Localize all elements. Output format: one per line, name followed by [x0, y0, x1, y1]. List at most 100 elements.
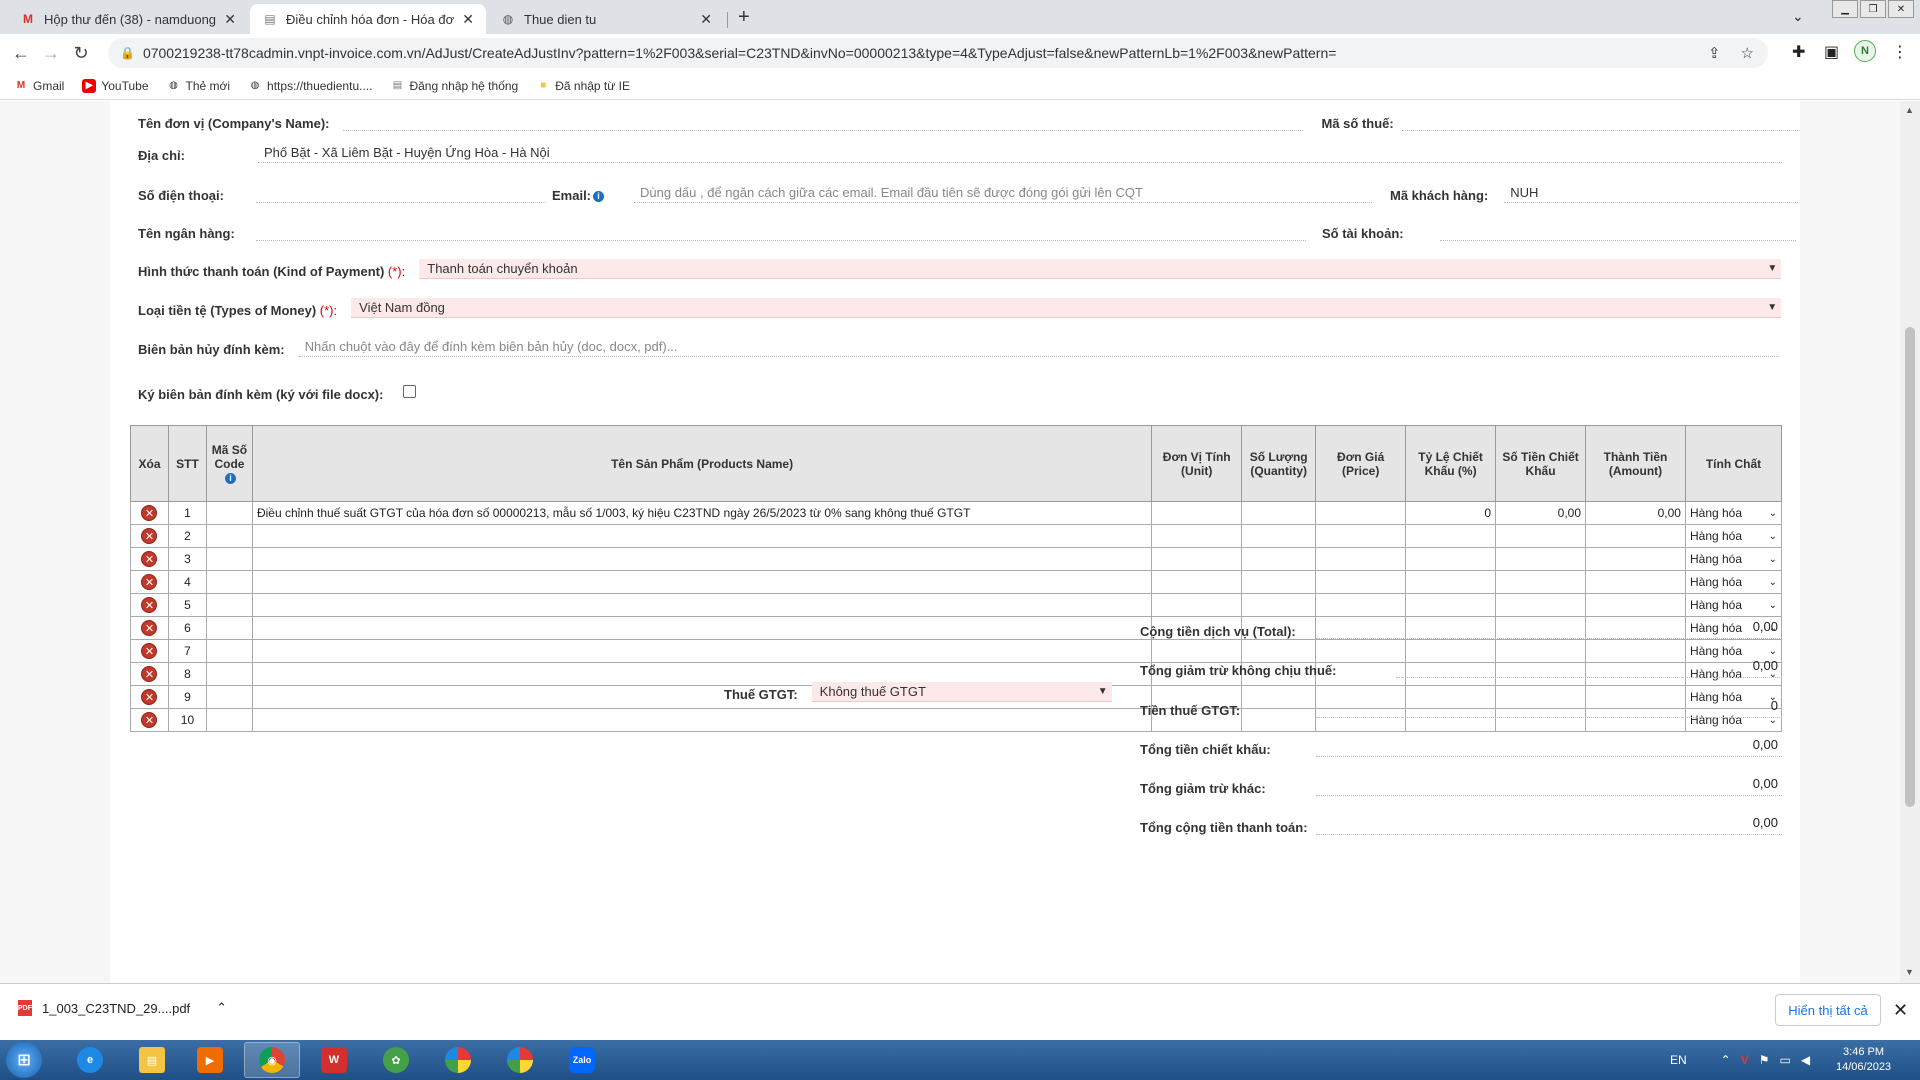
taskbar-app-color[interactable] [430, 1042, 486, 1078]
bookmark-youtube[interactable]: ▶ YouTube [82, 78, 149, 93]
code-cell[interactable] [205, 570, 253, 594]
code-cell[interactable] [205, 593, 253, 617]
address-field[interactable]: Phố Bặt - Xã Liêm Bặt - Huyện Ứng Hòa - … [258, 143, 1782, 163]
taskbar-zalo[interactable]: Zalo [554, 1042, 610, 1078]
product-name-cell[interactable] [251, 547, 1153, 571]
nature-cell[interactable]: Hàng hóa ⌄ [1684, 524, 1783, 548]
share-icon[interactable]: ⇪ [1708, 44, 1721, 62]
taskbar-app-green[interactable]: ✿ [368, 1042, 424, 1078]
tab-invoice-adjust[interactable]: ▤ Điều chỉnh hóa đơn - Hóa đơn đ ✕ [250, 4, 486, 34]
bookmark-thuedientu[interactable]: ◍ https://thuedientu.... [248, 79, 373, 93]
bookmark-star-icon[interactable]: ☆ [1741, 44, 1754, 62]
unit-cell[interactable] [1151, 501, 1243, 525]
nature-select[interactable]: Hàng hóa ⌄ [1690, 552, 1777, 566]
tab-search-chevron-icon[interactable]: ⌄ [1792, 8, 1804, 25]
flag-icon[interactable]: ⚑ [1759, 1053, 1770, 1067]
bookmark-login[interactable]: ▤ Đăng nhập hệ thống [390, 79, 519, 93]
close-icon[interactable]: ✕ [1893, 1000, 1908, 1021]
price-cell[interactable] [1315, 547, 1407, 571]
bookmark-gmail[interactable]: M Gmail [14, 79, 65, 93]
company-name-field[interactable] [343, 111, 1304, 131]
discount-amount-cell[interactable] [1495, 547, 1587, 571]
tab-gmail[interactable]: M Hộp thư đến (38) - namduongsen ✕ [8, 4, 248, 34]
reload-icon[interactable]: ↻ [66, 43, 96, 64]
scrollbar-thumb[interactable] [1905, 327, 1915, 807]
price-cell[interactable] [1315, 524, 1407, 548]
account-number-field[interactable] [1439, 221, 1796, 241]
quantity-cell[interactable] [1241, 570, 1317, 594]
unit-cell[interactable] [1151, 593, 1243, 617]
nature-cell[interactable]: Hàng hóa ⌄ [1684, 501, 1783, 525]
discount-rate-cell[interactable] [1405, 570, 1497, 594]
info-icon[interactable]: i [593, 191, 605, 203]
nature-select[interactable]: Hàng hóa ⌄ [1690, 598, 1777, 612]
code-cell[interactable] [205, 708, 253, 732]
unit-cell[interactable] [1151, 570, 1243, 594]
unit-cell[interactable] [1151, 547, 1243, 571]
code-cell[interactable] [205, 616, 253, 640]
payment-method-select[interactable]: Thanh toán chuyển khoản ▼ [419, 259, 1782, 279]
product-name-cell[interactable] [251, 570, 1153, 594]
taskbar-app-color-2[interactable] [492, 1042, 548, 1078]
discount-amount-cell[interactable] [1495, 524, 1587, 548]
email-input[interactable]: Dùng dấu , để ngăn cách giữa các email. … [634, 183, 1373, 203]
side-panel-icon[interactable]: ▣ [1824, 42, 1839, 62]
taskbar-media[interactable]: ▶ [182, 1042, 238, 1078]
discount-amount-cell[interactable] [1495, 570, 1587, 594]
discount-rate-cell[interactable] [1405, 593, 1497, 617]
tray-app-icon[interactable]: V [1741, 1053, 1749, 1067]
attachment-upload-field[interactable]: Nhấn chuột vào đây để đính kèm biên bản … [298, 337, 1779, 357]
delete-icon[interactable]: ✕ [141, 528, 158, 544]
menu-kebab-icon[interactable]: ⋮ [1892, 42, 1908, 62]
currency-select[interactable]: Việt Nam đồng ▼ [351, 298, 1782, 318]
delete-icon[interactable]: ✕ [141, 574, 158, 590]
windows-start-icon[interactable]: ⊞ [6, 1042, 42, 1078]
delete-icon[interactable]: ✕ [141, 643, 158, 659]
unit-cell[interactable] [1151, 524, 1243, 548]
page-scrollbar[interactable]: ▲ ▼ [1900, 101, 1920, 983]
new-tab-button[interactable]: + [738, 6, 750, 29]
code-cell[interactable] [205, 501, 253, 525]
bookmark-new-tab[interactable]: ◍ Thẻ mới [167, 79, 230, 93]
sign-checkbox[interactable] [403, 385, 417, 398]
product-name-cell[interactable] [251, 708, 1153, 732]
bank-name-field[interactable] [256, 221, 1306, 241]
taskbar-wps[interactable]: W [306, 1042, 362, 1078]
tab-thue-dien-tu[interactable]: ◍ Thue dien tu ✕ [488, 4, 724, 34]
taskbar-explorer[interactable]: ▤ [124, 1042, 180, 1078]
info-icon[interactable]: i [224, 472, 236, 484]
product-name-cell[interactable]: Điều chỉnh thuế suất GTGT của hóa đơn số… [251, 501, 1153, 525]
amount-cell[interactable] [1585, 593, 1686, 617]
quantity-cell[interactable] [1241, 501, 1317, 525]
product-name-cell[interactable] [251, 639, 1153, 663]
forward-arrow-icon[interactable]: → [36, 43, 66, 64]
delete-icon[interactable]: ✕ [141, 597, 158, 613]
nature-select[interactable]: Hàng hóa ⌄ [1690, 506, 1777, 520]
tax-code-field[interactable] [1401, 111, 1800, 131]
scroll-down-icon[interactable]: ▼ [1905, 967, 1914, 977]
discount-amount-cell[interactable]: 0,00 [1495, 501, 1587, 525]
phone-field[interactable] [256, 183, 546, 203]
delete-icon[interactable]: ✕ [141, 551, 158, 567]
quantity-cell[interactable] [1241, 593, 1317, 617]
code-cell[interactable] [205, 662, 253, 686]
product-name-cell[interactable] [251, 524, 1153, 548]
extensions-puzzle-icon[interactable]: ✚ [1792, 42, 1805, 62]
discount-amount-cell[interactable] [1495, 593, 1587, 617]
quantity-cell[interactable] [1241, 547, 1317, 571]
download-item[interactable]: PDF 1_003_C23TND_29....pdf ⌃ [18, 1000, 227, 1016]
show-all-downloads-button[interactable]: Hiển thị tất cả [1775, 994, 1881, 1026]
quantity-cell[interactable] [1241, 524, 1317, 548]
nature-cell[interactable]: Hàng hóa ⌄ [1684, 570, 1783, 594]
nature-select[interactable]: Hàng hóa ⌄ [1690, 575, 1777, 589]
tray-chevron-icon[interactable]: ⌃ [1721, 1053, 1731, 1067]
taskbar-chrome[interactable]: ◉ [244, 1042, 300, 1078]
amount-cell[interactable] [1585, 547, 1686, 571]
amount-cell[interactable] [1585, 570, 1686, 594]
close-window-icon[interactable]: ✕ [1888, 0, 1914, 18]
address-bar[interactable]: 🔒 0700219238-tt78cadmin.vnpt-invoice.com… [108, 38, 1768, 68]
code-cell[interactable] [205, 639, 253, 663]
delete-icon[interactable]: ✕ [141, 620, 158, 636]
delete-icon[interactable]: ✕ [141, 666, 158, 682]
nature-select[interactable]: Hàng hóa ⌄ [1690, 644, 1777, 658]
